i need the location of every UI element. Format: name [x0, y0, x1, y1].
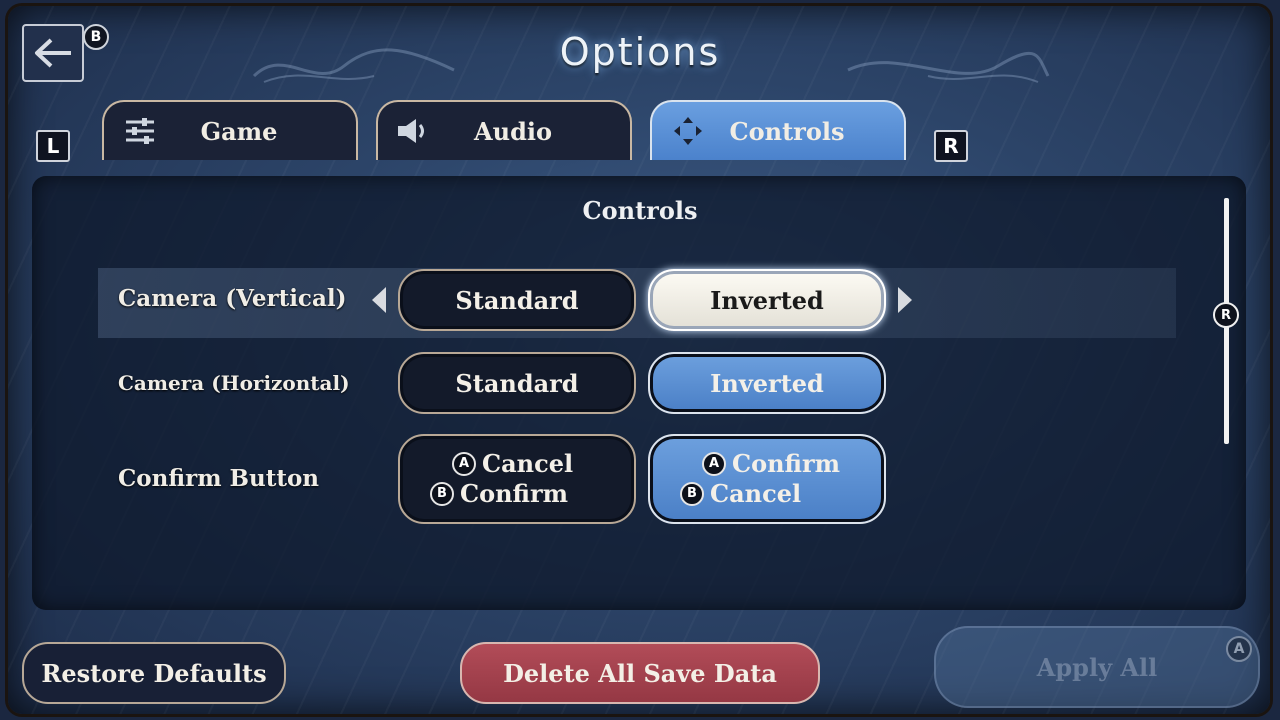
option-line: B Cancel	[680, 479, 801, 509]
camera-horizontal-label: Camera (Horizontal)	[118, 371, 350, 395]
camera-horizontal-standard-option[interactable]: Standard	[398, 352, 636, 414]
tab-audio-label: Audio	[474, 116, 552, 146]
scrollbar-thumb-r-glyph[interactable]: R	[1213, 302, 1239, 328]
option-label: Standard	[455, 285, 579, 315]
dpad-icon	[666, 115, 710, 147]
panel-title: Controls	[582, 196, 698, 225]
tab-controls-label: Controls	[729, 116, 845, 146]
confirm-button-option-a[interactable]: A Cancel B Confirm	[398, 434, 636, 524]
option-line-text: Confirm	[732, 449, 841, 478]
r-shoulder-glyph: R	[934, 130, 968, 162]
tab-game-label: Game	[200, 116, 278, 146]
option-line-text: Cancel	[482, 449, 574, 478]
restore-defaults-button[interactable]: Restore Defaults	[22, 642, 286, 704]
speaker-icon	[392, 117, 436, 145]
b-button-glyph: B	[680, 482, 704, 506]
page-title: Options	[559, 30, 721, 74]
restore-defaults-label: Restore Defaults	[41, 658, 267, 688]
tab-audio[interactable]: Audio	[376, 100, 632, 160]
delete-save-data-label: Delete All Save Data	[503, 658, 777, 688]
a-button-glyph: A	[452, 452, 476, 476]
left-arrow-icon[interactable]	[372, 287, 386, 313]
option-line-text: Cancel	[710, 479, 802, 508]
delete-save-data-button[interactable]: Delete All Save Data	[460, 642, 820, 704]
apply-all-button[interactable]: Apply All	[934, 626, 1260, 708]
tab-game[interactable]: Game	[102, 100, 358, 160]
confirm-button-option-b[interactable]: A Confirm B Cancel	[648, 434, 886, 524]
right-arrow-icon[interactable]	[898, 287, 912, 313]
option-line: A Cancel	[452, 449, 573, 479]
apply-all-label: Apply All	[1036, 652, 1158, 682]
camera-vertical-label: Camera (Vertical)	[118, 285, 347, 312]
confirm-button-label: Confirm Button	[118, 465, 320, 492]
option-line-text: Confirm	[460, 479, 569, 508]
sliders-icon	[118, 117, 162, 145]
l-shoulder-glyph: L	[36, 130, 70, 162]
tab-controls[interactable]: Controls	[650, 100, 906, 160]
camera-vertical-inverted-option[interactable]: Inverted	[648, 269, 886, 331]
option-label: Standard	[455, 368, 579, 398]
a-button-glyph: A	[1226, 636, 1252, 662]
camera-horizontal-inverted-option[interactable]: Inverted	[648, 352, 886, 414]
option-line: B Confirm	[430, 479, 568, 509]
option-label: Inverted	[710, 285, 824, 315]
camera-vertical-standard-option[interactable]: Standard	[398, 269, 636, 331]
option-label: Inverted	[710, 368, 824, 398]
a-button-glyph: A	[702, 452, 726, 476]
option-line: A Confirm	[702, 449, 840, 479]
b-button-glyph: B	[430, 482, 454, 506]
